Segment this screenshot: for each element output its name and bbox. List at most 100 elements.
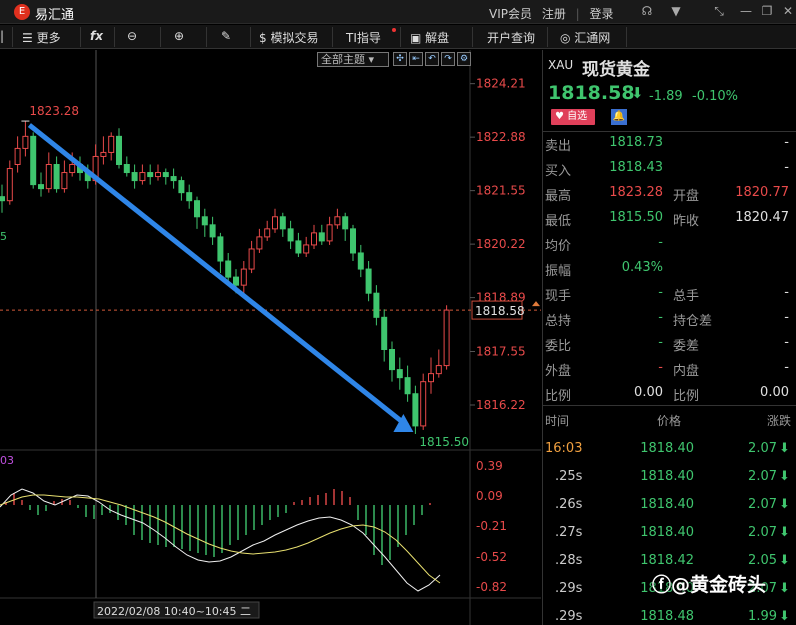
candle-body — [131, 172, 138, 182]
candle-body — [233, 276, 239, 286]
login-link[interactable]: 登录 — [590, 7, 614, 21]
candle-body — [404, 377, 411, 395]
candle-body — [38, 184, 44, 190]
price-axis-label: 1821.55 — [476, 184, 526, 198]
trade-time: .28s — [555, 553, 583, 568]
candle-body — [22, 135, 29, 149]
sim-trade-button[interactable]: $ 模拟交易 — [259, 29, 318, 46]
ti-guide-button[interactable]: TI指导 — [346, 29, 381, 46]
list-icon: ☰ — [22, 31, 37, 45]
last-price-tag-label: 1818.58 — [475, 304, 525, 318]
candle-body — [6, 168, 13, 202]
candle-body — [295, 240, 302, 254]
prev-icon[interactable]: | — [0, 29, 4, 43]
register-link[interactable]: 注册 — [542, 7, 566, 21]
quote-label: 最高 — [545, 189, 572, 204]
zoom-in-icon[interactable]: ⊕ — [174, 29, 184, 43]
candle-body — [264, 228, 271, 238]
candle-body — [201, 216, 208, 226]
quote-value2: - — [784, 360, 789, 375]
crosshair-icon[interactable]: ✣ — [393, 52, 407, 66]
huitong-button[interactable]: ◎ 汇通网 — [560, 29, 610, 46]
candle-body — [381, 316, 388, 350]
candle-body — [217, 236, 224, 262]
candle-body — [279, 216, 286, 230]
trade-price: 1818.48 — [640, 609, 694, 624]
candle-body — [357, 252, 364, 270]
trade-time: .27s — [555, 525, 583, 540]
candle-body — [178, 180, 185, 194]
price-axis-label: 1822.88 — [476, 130, 526, 144]
symbol-code: XAU — [548, 58, 574, 72]
quote-value2: - — [784, 160, 789, 175]
trade-header-time: 时间 — [545, 414, 570, 428]
macd-axis-label: -0.21 — [476, 519, 507, 533]
trend-arrow-line — [27, 123, 409, 428]
prev-page-icon[interactable]: ⇤ — [409, 52, 423, 66]
down-arrow-icon: ⬇ — [779, 609, 790, 624]
zoom-out-icon[interactable]: ⊖ — [127, 29, 137, 43]
add-favorite-button[interactable]: ♥ 自选 — [551, 109, 595, 125]
high-label: 1823.28 — [29, 104, 79, 118]
quote-value2: - — [784, 335, 789, 350]
low-label: 1815.50 — [419, 435, 469, 449]
candle-body — [342, 216, 349, 230]
quote-label: 委比 — [545, 339, 572, 354]
candle-body — [108, 135, 115, 153]
trade-change: 2.07 — [748, 497, 777, 512]
down-arrow-icon: ⬇ — [779, 525, 790, 540]
trade-change: 2.05 — [748, 553, 777, 568]
trade-time: .25s — [555, 469, 583, 484]
open-account-button[interactable]: 开户查询 — [487, 29, 535, 46]
shrink-icon[interactable]: ⤡ — [711, 4, 727, 19]
shirt-icon[interactable]: ▼ — [668, 4, 684, 18]
app-name: 易汇通 — [35, 8, 75, 23]
app-logo: E — [14, 4, 30, 20]
toolbar: | ☰ 更多 fx ⊖ ⊕ ✎ $ 模拟交易 TI指导 ▣ 解盘 开户查询 ◎ … — [0, 25, 796, 49]
jiepan-button[interactable]: ▣ 解盘 — [410, 29, 449, 46]
title-bar: E 易汇通 VIP会员 注册 | 登录 ☊ ▼ ⤡ — ❐ ✕ — [0, 0, 796, 24]
alert-bell-icon[interactable]: 🔔 — [611, 109, 627, 125]
topic-select[interactable]: 全部主题 ▾ — [317, 52, 389, 67]
macd-label: 03 — [0, 454, 14, 467]
huitong-icon: ◎ — [560, 31, 575, 45]
trade-price: 1818.40 — [640, 525, 694, 540]
quote-value2: 1820.47 — [735, 210, 789, 225]
down-arrow-icon: ⬇ — [779, 441, 790, 456]
quote-label: 买入 — [545, 164, 572, 179]
candle-body — [194, 200, 200, 218]
quote-label: 比例 — [545, 389, 572, 404]
forward-icon[interactable]: ↷ — [441, 52, 455, 66]
candle-body — [428, 373, 434, 383]
close-icon[interactable]: ✕ — [780, 4, 796, 18]
restore-icon[interactable]: ❐ — [759, 4, 775, 18]
candle-body — [45, 164, 52, 190]
candle-body — [256, 236, 263, 250]
quote-label: 外盘 — [545, 364, 572, 379]
price-change-pct: -0.10% — [692, 89, 738, 104]
headset-icon[interactable]: ☊ — [639, 4, 655, 18]
minimize-icon[interactable]: — — [738, 4, 754, 18]
trade-header-price: 价格 — [657, 414, 682, 428]
settings-icon[interactable]: ⚙ — [457, 52, 471, 66]
dollar-icon: $ — [259, 31, 271, 45]
vip-link[interactable]: VIP会员 — [489, 7, 532, 21]
price-axis-label: 1820.22 — [476, 237, 526, 251]
candle-body — [420, 381, 427, 427]
quote-label2: 比例 — [673, 389, 700, 404]
chart-area[interactable]: 1824.21 1822.88 1821.55 1820.22 1818.89 1817.… — [0, 50, 541, 625]
candle-body — [123, 164, 130, 174]
down-arrow-icon: ⬇ — [779, 469, 790, 484]
trade-price: 1818.40 — [640, 469, 694, 484]
trade-change: 2.07 — [748, 525, 777, 540]
candle-body — [396, 369, 403, 379]
fx-button[interactable]: fx — [90, 29, 103, 43]
quote-value: 1815.50 — [609, 210, 663, 225]
more-button[interactable]: ☰ 更多 — [22, 29, 61, 46]
back-icon[interactable]: ↶ — [425, 52, 439, 66]
trade-time: .29s — [555, 581, 583, 596]
macd-axis-label: -0.82 — [476, 580, 507, 594]
candle-body — [53, 164, 60, 190]
draw-pen-icon[interactable]: ✎ — [221, 29, 231, 43]
candle-body — [209, 224, 216, 238]
